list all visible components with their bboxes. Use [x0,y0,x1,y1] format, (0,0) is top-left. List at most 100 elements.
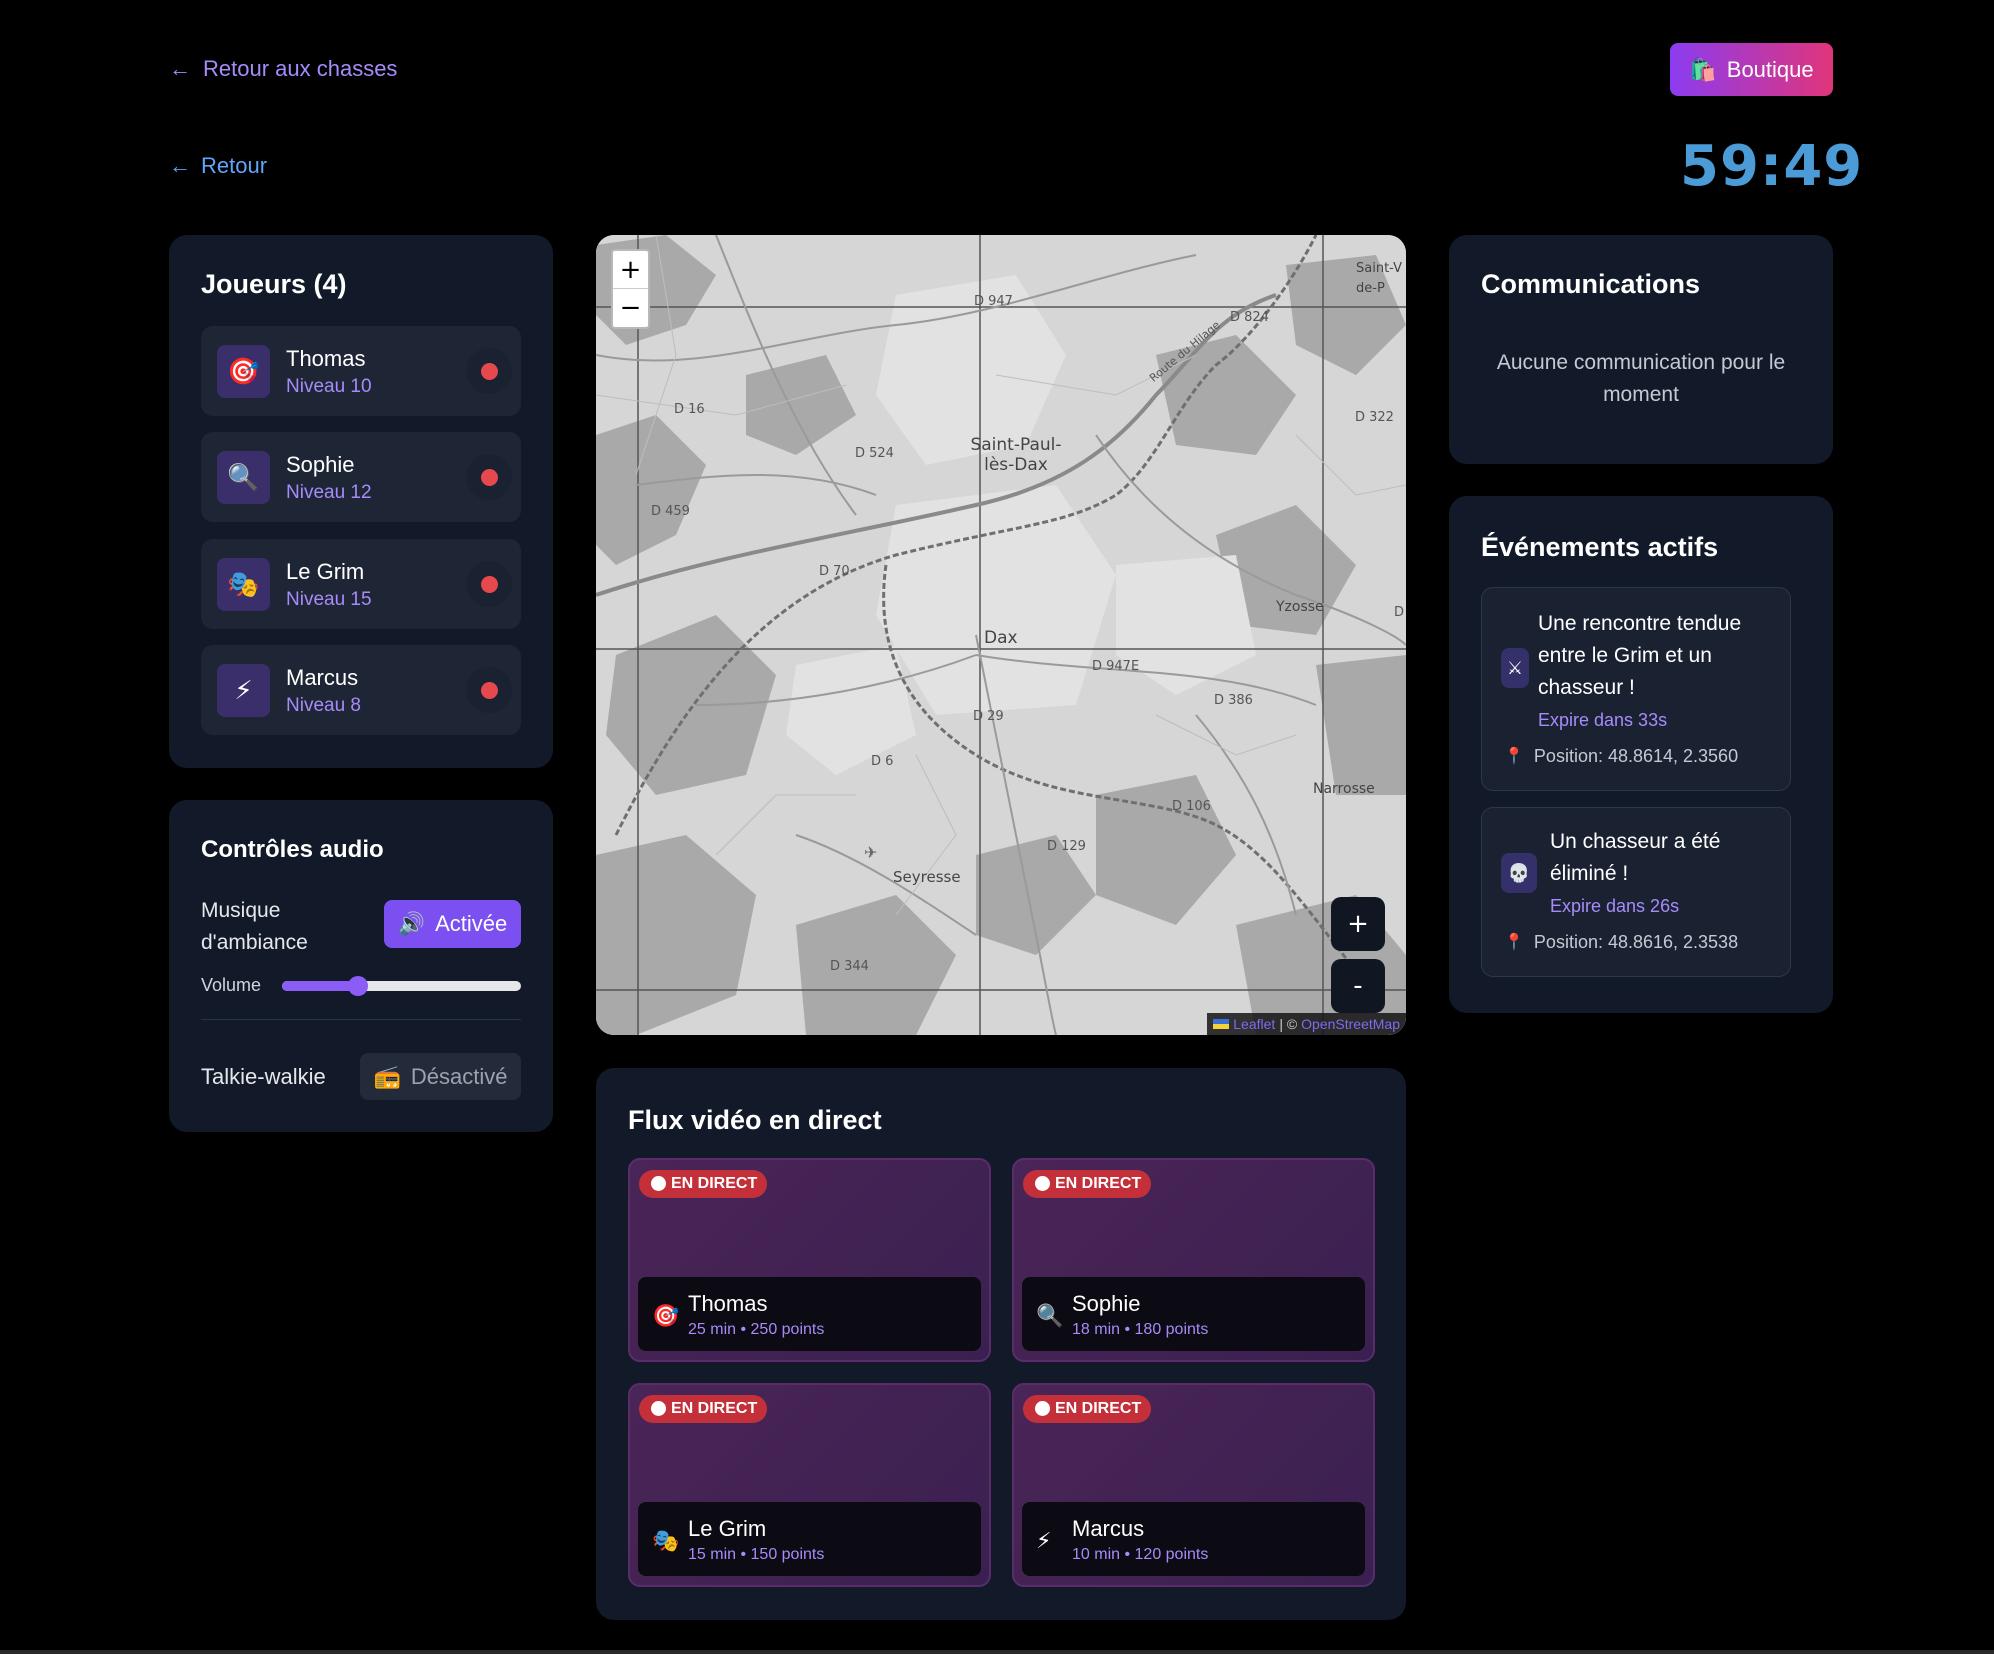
event-expiry: Expire dans 33s [1538,710,1668,730]
pin-icon: 📍 [1504,748,1524,765]
stream-info: 🎭 Le Grim 15 min • 150 points [638,1502,981,1576]
target-icon: 🎯 [652,1303,680,1328]
attribution-separator: | © [1279,1016,1298,1032]
map-road-label: D 824 [1230,310,1269,325]
svg-text:✈: ✈ [864,843,877,862]
page: ← Retour aux chasses 🛍️ Boutique ← Retou… [0,0,1994,1654]
theater-masks-icon: 🎭 [217,558,270,611]
event-item[interactable]: 💀 Un chasseur a été éliminé ! Expire dan… [1481,807,1791,977]
map-city-label: Saint-V de-P [1356,261,1402,296]
stream-meta: 18 min • 180 points [1072,1321,1209,1338]
magnifier-icon: 🔍 [1036,1303,1064,1328]
back-link[interactable]: ← Retour [169,153,267,179]
ambient-music-toggle[interactable]: 🔊 Activée [384,900,521,948]
skull-icon: 💀 [1501,853,1537,893]
active-events-title: Événements actifs [1481,532,1719,562]
video-stream-sophie[interactable]: EN DIRECT 🔍 Sophie 18 min • 180 points [1012,1158,1375,1362]
openstreetmap-link[interactable]: OpenStreetMap [1301,1016,1400,1032]
status-dot-icon [480,468,498,486]
event-position: 📍 Position: 48.8614, 2.3560 [1504,746,1738,767]
back-label: Retour [201,153,268,178]
back-to-hunts-link[interactable]: ← Retour aux chasses [169,56,397,82]
talkie-walkie-toggle[interactable]: 📻 Désactivé [360,1053,521,1100]
ukraine-flag-icon [1213,1019,1230,1029]
players-card: Joueurs (4) 🎯 Thomas Niveau 10 🔍 Sophie … [169,235,553,768]
live-dot-icon [651,1401,666,1416]
stream-info: 🎯 Thomas 25 min • 250 points [638,1277,981,1351]
live-dot-icon [1035,1401,1050,1416]
map-attribution: Leaflet | © OpenStreetMap [1207,1013,1406,1035]
live-badge: EN DIRECT [1023,1395,1152,1423]
lightning-icon: ⚡ [1036,1528,1052,1553]
stream-player-name: Le Grim [688,1516,767,1541]
live-badge: EN DIRECT [639,1395,768,1423]
status-dot-icon [480,362,498,380]
communications-card: Communications Aucune communication pour… [1449,235,1833,464]
map-road-label: D 129 [1047,839,1086,854]
player-name: Sophie [286,452,355,477]
map-road-label: D 947E [1092,659,1140,674]
audio-controls-card: Contrôles audio Musique d'ambiance 🔊 Act… [169,800,553,1132]
player-item-marcus[interactable]: ⚡ Marcus Niveau 8 [201,645,521,735]
stream-player-name: Marcus [1072,1516,1145,1541]
live-dot-icon [1035,1176,1050,1191]
communications-title: Communications [1481,269,1701,299]
map-city-label: Seyresse [893,868,961,886]
video-stream-thomas[interactable]: EN DIRECT 🎯 Thomas 25 min • 250 points [628,1158,991,1362]
shopping-bag-icon: 🛍️ [1689,56,1717,82]
shop-button[interactable]: 🛍️ Boutique [1670,43,1833,96]
event-expiry: Expire dans 26s [1550,896,1680,916]
player-level: Niveau 15 [286,589,372,610]
arrow-left-icon: ← [169,56,191,81]
back-to-hunts-label: Retour aux chasses [203,56,398,81]
map-zoom-in-button[interactable]: + [1331,897,1385,951]
player-status [466,348,512,394]
map-road-label: D 70 [819,564,850,579]
player-item-le-grim[interactable]: 🎭 Le Grim Niveau 15 [201,539,521,629]
video-stream-le-grim[interactable]: EN DIRECT 🎭 Le Grim 15 min • 150 points [628,1383,991,1587]
map-road-label: D 459 [651,504,690,519]
magnifier-icon: 🔍 [217,451,270,504]
live-badge-label: EN DIRECT [671,1175,758,1192]
player-name: Marcus [286,665,359,690]
event-title: Un chasseur a été éliminé ! [1550,830,1721,885]
volume-slider-thumb[interactable] [348,976,369,996]
map-road-label: D 29 [973,709,1004,724]
stream-meta: 25 min • 250 points [688,1321,825,1338]
status-dot-icon [480,575,498,593]
map-road-label: D 106 [1172,799,1211,814]
leaflet-link[interactable]: Leaflet [1233,1016,1275,1032]
stream-meta: 10 min • 120 points [1072,1546,1209,1563]
event-item[interactable]: ⚔ Une rencontre tendue entre le Grim et … [1481,587,1791,791]
window-bottom-edge [0,1650,1994,1654]
live-badge-label: EN DIRECT [1055,1175,1142,1192]
player-name: Le Grim [286,559,365,584]
talkie-walkie-label: Talkie-walkie [201,1064,326,1089]
talkie-walkie-toggle-label: Désactivé [410,1063,508,1089]
leaflet-zoom-control: + − [611,249,650,329]
active-events-card: Événements actifs ⚔ Une rencontre tendue… [1449,496,1833,1013]
map[interactable]: ✈ D 947 D 824 D 16 D 524 D 322 D 459 D 7… [596,235,1406,1035]
map-road-label: D 524 [855,446,894,461]
player-item-sophie[interactable]: 🔍 Sophie Niveau 12 [201,432,521,522]
zoom-in-button[interactable]: + [613,251,648,289]
shop-button-label: Boutique [1726,56,1814,82]
player-status [466,667,512,713]
stream-info: ⚡ Marcus 10 min • 120 points [1022,1502,1365,1576]
radio-icon: 📻 [373,1063,401,1089]
map-road-label: D 386 [1214,693,1253,708]
player-item-thomas[interactable]: 🎯 Thomas Niveau 10 [201,326,521,416]
live-badge: EN DIRECT [1023,1170,1152,1198]
live-dot-icon [651,1176,666,1191]
player-level: Niveau 12 [286,482,372,503]
lightning-icon: ⚡ [217,664,270,717]
video-stream-marcus[interactable]: EN DIRECT ⚡ Marcus 10 min • 120 points [1012,1383,1375,1587]
live-video-card: Flux vidéo en direct EN DIRECT 🎯 Thomas … [596,1068,1406,1620]
player-status [466,561,512,607]
volume-slider[interactable] [282,976,521,996]
event-title: Une rencontre tendue entre le Grim et un… [1538,612,1742,699]
player-status [466,454,512,500]
theater-masks-icon: 🎭 [652,1528,680,1553]
map-zoom-out-button[interactable]: - [1331,959,1385,1013]
zoom-out-button[interactable]: − [613,289,648,327]
